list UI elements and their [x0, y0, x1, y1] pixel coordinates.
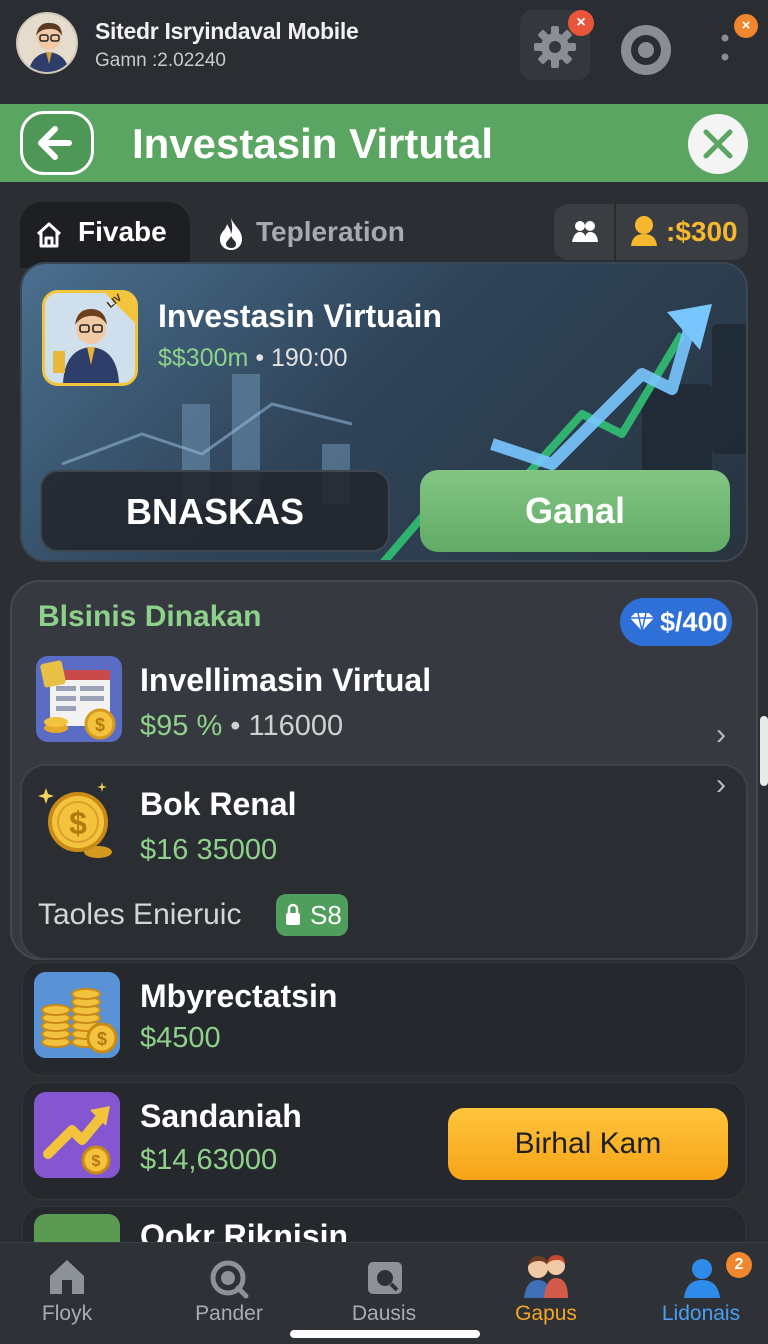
- back-button[interactable]: [20, 111, 94, 175]
- more-menu-icon[interactable]: [718, 30, 732, 70]
- home-icon[interactable]: [46, 1256, 88, 1296]
- hero-value: $$300m: [158, 344, 249, 372]
- settings-badge: ×: [568, 10, 594, 36]
- list-item[interactable]: [22, 962, 746, 1076]
- nav-label-lidonais[interactable]: Lidonais: [641, 1302, 761, 1326]
- title-bar: Investasin Virtutal: [0, 104, 768, 182]
- hero-values: $$300m • 190:00: [158, 344, 347, 373]
- home-icon: [36, 222, 62, 248]
- item-value: $95 % • 116000: [140, 710, 343, 743]
- hero-thumbnail: LIV: [42, 290, 138, 386]
- nav-label-pander[interactable]: Pander: [169, 1302, 289, 1326]
- chevron-right-icon[interactable]: ›: [716, 718, 726, 752]
- balance-divider: [614, 204, 616, 260]
- item-thumbnail: $: [34, 972, 120, 1058]
- item-value-extra: • 116000: [230, 710, 344, 742]
- item-value: $16 35000: [140, 834, 278, 866]
- svg-text:$: $: [95, 715, 105, 735]
- item-value: $4500: [140, 1022, 221, 1054]
- bnaskas-button[interactable]: BNASKAS: [40, 470, 390, 552]
- lock-icon: [286, 903, 300, 925]
- hero-title: Investasin Virtuain: [158, 298, 442, 334]
- chevron-right-icon[interactable]: ›: [716, 768, 726, 802]
- search-icon[interactable]: [208, 1258, 250, 1300]
- svg-text:$: $: [69, 805, 87, 841]
- people-icon[interactable]: [522, 1252, 570, 1298]
- footer-label: Taoles Enieruic: [38, 898, 242, 931]
- svg-text:$: $: [97, 1029, 107, 1049]
- growth-arrow-icon: $: [34, 1092, 120, 1178]
- item-thumbnail: $: [34, 1092, 120, 1178]
- tab-label-fivabe: Fivabe: [78, 216, 167, 247]
- app-subtitle: Gamn :2.02240: [95, 50, 226, 71]
- footer-pill-value: S8: [310, 900, 342, 930]
- item-thumbnail: $: [36, 656, 122, 742]
- profile-badge: 2: [726, 1252, 752, 1278]
- close-button[interactable]: [688, 114, 748, 174]
- gem-value: $/400: [660, 607, 728, 637]
- diamond-icon: [630, 612, 654, 632]
- item-value: $14,63000: [140, 1144, 278, 1176]
- tab-label-tepleration[interactable]: Tepleration: [256, 216, 405, 248]
- hero-count: • 190:00: [255, 344, 348, 372]
- coin-icon: $: [38, 782, 112, 858]
- nav-label-dausis[interactable]: Dausis: [324, 1302, 444, 1326]
- hero-card: LIV Investasin Virtuain $$300m • 190:00 …: [20, 262, 748, 562]
- group-icon: [572, 221, 598, 242]
- item-title: Invellimasin Virtual: [140, 662, 432, 698]
- gem-balance-pill[interactable]: $/400: [620, 598, 732, 646]
- spreadsheet-coins-icon: $: [36, 656, 122, 742]
- item-title: Sandaniah: [140, 1098, 302, 1134]
- scrollbar[interactable]: [760, 716, 768, 786]
- arrow-left-icon: [38, 126, 72, 160]
- svg-text:$: $: [92, 1153, 101, 1170]
- buy-button[interactable]: Birhal Kam: [448, 1108, 728, 1180]
- item-title: Bok Renal: [140, 786, 297, 822]
- balance-value: :$300: [666, 216, 738, 247]
- flame-icon: [220, 218, 242, 250]
- record-icon[interactable]: [618, 22, 674, 78]
- page-title: Investasin Virtutal: [132, 120, 494, 167]
- menu-badge: ×: [734, 14, 758, 38]
- ganal-button[interactable]: Ganal: [420, 470, 730, 552]
- item-title: Mbyrectatsin: [140, 978, 338, 1014]
- item-value-amount: $95 %: [140, 710, 223, 742]
- status-header: Sitedr Isryindaval Mobile Gamn :2.02240 …: [0, 0, 768, 94]
- nav-label-floyk[interactable]: Floyk: [7, 1302, 127, 1326]
- briefcase-icon[interactable]: [364, 1258, 406, 1298]
- app-name: Sitedr Isryindaval Mobile: [95, 18, 359, 44]
- user-coin-icon: [631, 216, 657, 246]
- avatar[interactable]: [16, 12, 78, 74]
- section-title: Blsinis Dinakan: [38, 600, 262, 633]
- footer-pill[interactable]: S8: [276, 894, 348, 936]
- home-indicator[interactable]: [290, 1330, 480, 1338]
- coin-stack-icon: $: [34, 972, 120, 1058]
- nav-label-gapus[interactable]: Gapus: [486, 1302, 606, 1326]
- profile-icon[interactable]: [682, 1256, 722, 1298]
- close-icon: [703, 129, 733, 159]
- item-thumbnail: [34, 1214, 120, 1244]
